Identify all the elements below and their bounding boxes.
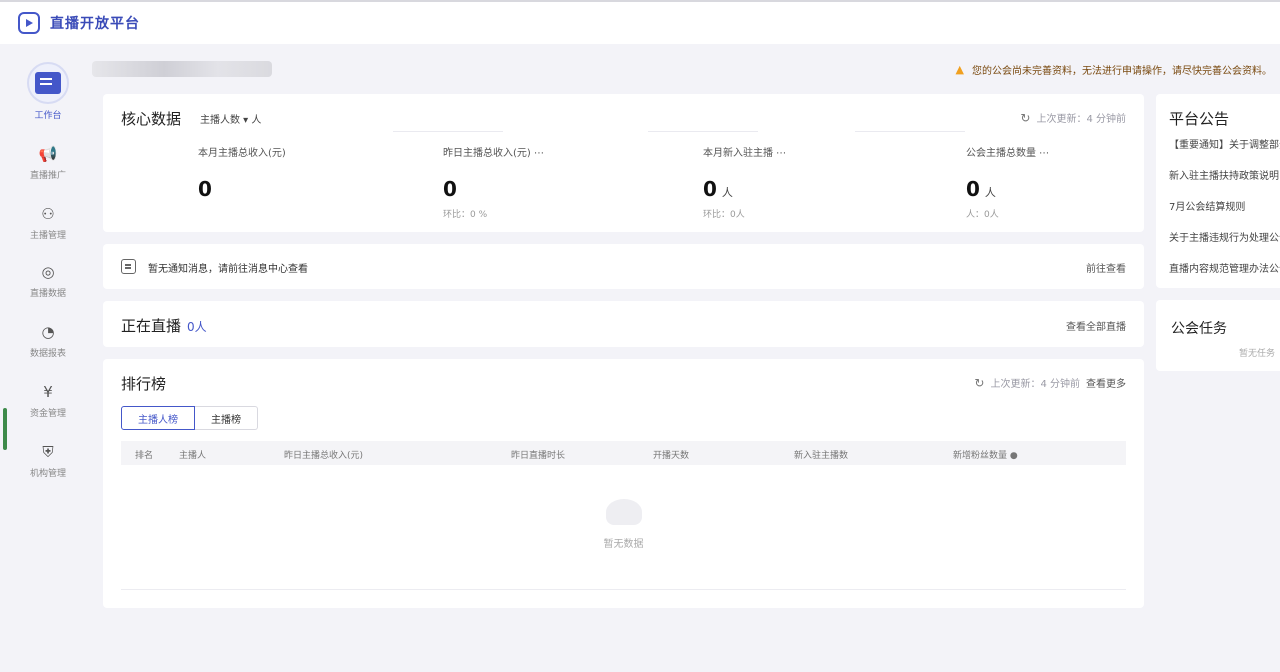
tab-anchor[interactable]: 主播榜 bbox=[195, 406, 258, 430]
sidebar-item-anchors[interactable]: ⚇ 主播管理 bbox=[0, 204, 96, 241]
metric-value: 0 bbox=[198, 177, 212, 201]
metric-sub: 人：0人 bbox=[966, 210, 999, 220]
platform-notice-card: 平台公告 【重要通知】关于调整部分... 新入驻主播扶持政策说明 7月公会结算规… bbox=[1156, 94, 1280, 288]
sidebar-item-reports[interactable]: ◔ 数据报表 bbox=[0, 322, 96, 359]
metric-value: 0 bbox=[443, 177, 457, 201]
col-duration[interactable]: 昨日直播时长 bbox=[511, 448, 565, 461]
sidebar-item-promotion[interactable]: 📢 直播推广 bbox=[0, 144, 96, 181]
divider bbox=[393, 131, 503, 132]
shield-icon: ⛨ bbox=[42, 443, 54, 461]
leaderboard-tabs: 主播人榜 主播榜 bbox=[121, 406, 258, 430]
metric-yesterday-income: 昨日主播总收入(元) ⋯ 0 环比：0 % bbox=[443, 144, 643, 220]
money-icon: ¥ bbox=[43, 383, 53, 401]
metric-unit: 人 bbox=[721, 186, 733, 199]
notice-item[interactable]: 7月公会结算规则 bbox=[1169, 198, 1280, 213]
refresh-text: 上次更新：4 分钟前 bbox=[990, 379, 1080, 390]
col-new-fans[interactable]: 新增粉丝数量 ● bbox=[953, 448, 1018, 461]
divider bbox=[648, 131, 758, 132]
warning-banner[interactable]: ▲ 您的公会尚未完善资料，无法进行申请操作，请尽快完善公会资料。 bbox=[956, 58, 1272, 80]
notice-item[interactable]: 【重要通知】关于调整部分... bbox=[1169, 136, 1280, 151]
notice-item[interactable]: 直播内容规范管理办法公告 bbox=[1169, 260, 1280, 275]
warning-icon: ▲ bbox=[955, 62, 964, 76]
metric-label: 本月主播总收入(元) bbox=[198, 148, 286, 159]
table-header: 排名 主播人 昨日主播总收入(元) 昨日直播时长 开播天数 新入驻主播数 新增粉… bbox=[121, 441, 1126, 465]
leaderboard-title: 排行榜 bbox=[121, 375, 167, 393]
metric-new-anchors: 本月新入驻主播 ⋯ 0人 环比：0人 bbox=[703, 144, 903, 220]
refresh-icon: ↻ bbox=[974, 375, 985, 390]
pie-chart-icon: ◔ bbox=[41, 323, 55, 341]
col-anchor: 主播人 bbox=[179, 451, 207, 461]
view-more-link[interactable]: 查看更多 bbox=[1086, 375, 1126, 390]
metric-total-anchors: 公会主播总数量 ⋯ 0人 人：0人 bbox=[966, 144, 1166, 220]
sidebar-item-label: 数据报表 bbox=[29, 349, 66, 359]
metric-sub: 环比：0人 bbox=[703, 210, 745, 220]
core-data-title: 核心数据 bbox=[121, 110, 182, 128]
user-manage-icon: ⚇ bbox=[41, 205, 55, 223]
scroll-indicator bbox=[3, 408, 7, 450]
refresh-icon: ↻ bbox=[1020, 110, 1031, 125]
core-refresh[interactable]: ↻ 上次更新：4 分钟前 bbox=[1020, 110, 1126, 126]
sidebar-item-label: 直播推广 bbox=[29, 171, 66, 181]
message-hint-card: 暂无通知消息，请前往消息中心查看 前往查看 bbox=[103, 244, 1144, 289]
col-days[interactable]: 开播天数 bbox=[653, 448, 689, 461]
metric-value: 0 bbox=[703, 177, 717, 201]
notice-title: 平台公告 bbox=[1169, 110, 1230, 128]
core-data-filter[interactable]: 主播人数 ▾ 人 bbox=[200, 111, 261, 126]
sidebar-item-label: 主播管理 bbox=[29, 231, 66, 241]
megaphone-icon: 📢 bbox=[38, 145, 58, 163]
metric-label: 昨日主播总收入(元) ⋯ bbox=[443, 148, 544, 159]
view-all-live-link[interactable]: 查看全部直播 bbox=[1066, 318, 1126, 333]
empty-text: 暂无数据 bbox=[603, 539, 644, 550]
sidebar-item-label: 工作台 bbox=[34, 111, 62, 121]
divider bbox=[121, 589, 1126, 590]
hint-text: 暂无通知消息，请前往消息中心查看 bbox=[148, 264, 308, 275]
leaderboard-refresh[interactable]: ↻ 上次更新：4 分钟前 查看更多 bbox=[974, 375, 1126, 391]
guild-tasks-card: 公会任务 暂无任务 bbox=[1156, 300, 1280, 371]
col-income[interactable]: 昨日主播总收入(元) bbox=[284, 448, 363, 461]
tasks-empty-text: 暂无任务 bbox=[1239, 349, 1276, 359]
core-data-card: 核心数据 主播人数 ▾ 人 ↻ 上次更新：4 分钟前 本月主播总收入(元) 0 … bbox=[103, 94, 1144, 232]
guild-name-blurred bbox=[92, 61, 272, 77]
col-rank: 排名 bbox=[135, 451, 154, 461]
monitor-icon bbox=[27, 62, 69, 104]
divider bbox=[855, 131, 965, 132]
live-count: 0人 bbox=[187, 320, 207, 334]
metric-month-income: 本月主播总收入(元) 0 bbox=[198, 144, 398, 207]
top-bar: 直播开放平台 bbox=[0, 0, 1280, 44]
tasks-title: 公会任务 bbox=[1171, 321, 1227, 337]
empty-box-icon bbox=[605, 499, 642, 525]
metric-label: 公会主播总数量 ⋯ bbox=[966, 148, 1050, 159]
empty-state: 暂无数据 bbox=[103, 499, 1144, 550]
logo-icon bbox=[18, 12, 40, 34]
tab-anchor-person[interactable]: 主播人榜 bbox=[121, 406, 195, 430]
notice-item[interactable]: 新入驻主播扶持政策说明 bbox=[1169, 167, 1280, 182]
metric-unit: 人 bbox=[984, 186, 996, 199]
live-title: 正在直播 bbox=[121, 317, 182, 335]
sidebar-item-workbench[interactable]: 工作台 bbox=[0, 62, 96, 121]
chart-circle-icon: ◎ bbox=[41, 263, 55, 281]
metric-value: 0 bbox=[966, 177, 980, 201]
hint-link[interactable]: 前往查看 bbox=[1086, 260, 1126, 275]
sidebar-item-live-data[interactable]: ◎ 直播数据 bbox=[0, 262, 96, 299]
sidebar-item-label: 机构管理 bbox=[29, 469, 66, 479]
metric-sub: 环比：0 % bbox=[443, 210, 488, 220]
live-now-card: 正在直播 0人 查看全部直播 bbox=[103, 301, 1144, 347]
sidebar: 工作台 📢 直播推广 ⚇ 主播管理 ◎ 直播数据 ◔ 数据报表 ¥ 资金管理 ⛨… bbox=[0, 44, 96, 672]
message-icon bbox=[121, 259, 136, 274]
refresh-text: 上次更新：4 分钟前 bbox=[1036, 114, 1126, 125]
app-title: 直播开放平台 bbox=[50, 16, 140, 32]
col-new-anchors[interactable]: 新入驻主播数 bbox=[794, 448, 848, 461]
sidebar-item-finance[interactable]: ¥ 资金管理 bbox=[0, 382, 96, 419]
warning-text: 您的公会尚未完善资料，无法进行申请操作，请尽快完善公会资料。 bbox=[972, 65, 1272, 77]
metric-label: 本月新入驻主播 ⋯ bbox=[703, 148, 787, 159]
leaderboard-card: 排行榜 ↻ 上次更新：4 分钟前 查看更多 主播人榜 主播榜 排名 主播人 昨日… bbox=[103, 359, 1144, 608]
notice-item[interactable]: 关于主播违规行为处理公告 bbox=[1169, 229, 1280, 244]
sidebar-item-organization[interactable]: ⛨ 机构管理 bbox=[0, 442, 96, 479]
sidebar-item-label: 资金管理 bbox=[29, 409, 66, 419]
sidebar-item-label: 直播数据 bbox=[29, 289, 66, 299]
